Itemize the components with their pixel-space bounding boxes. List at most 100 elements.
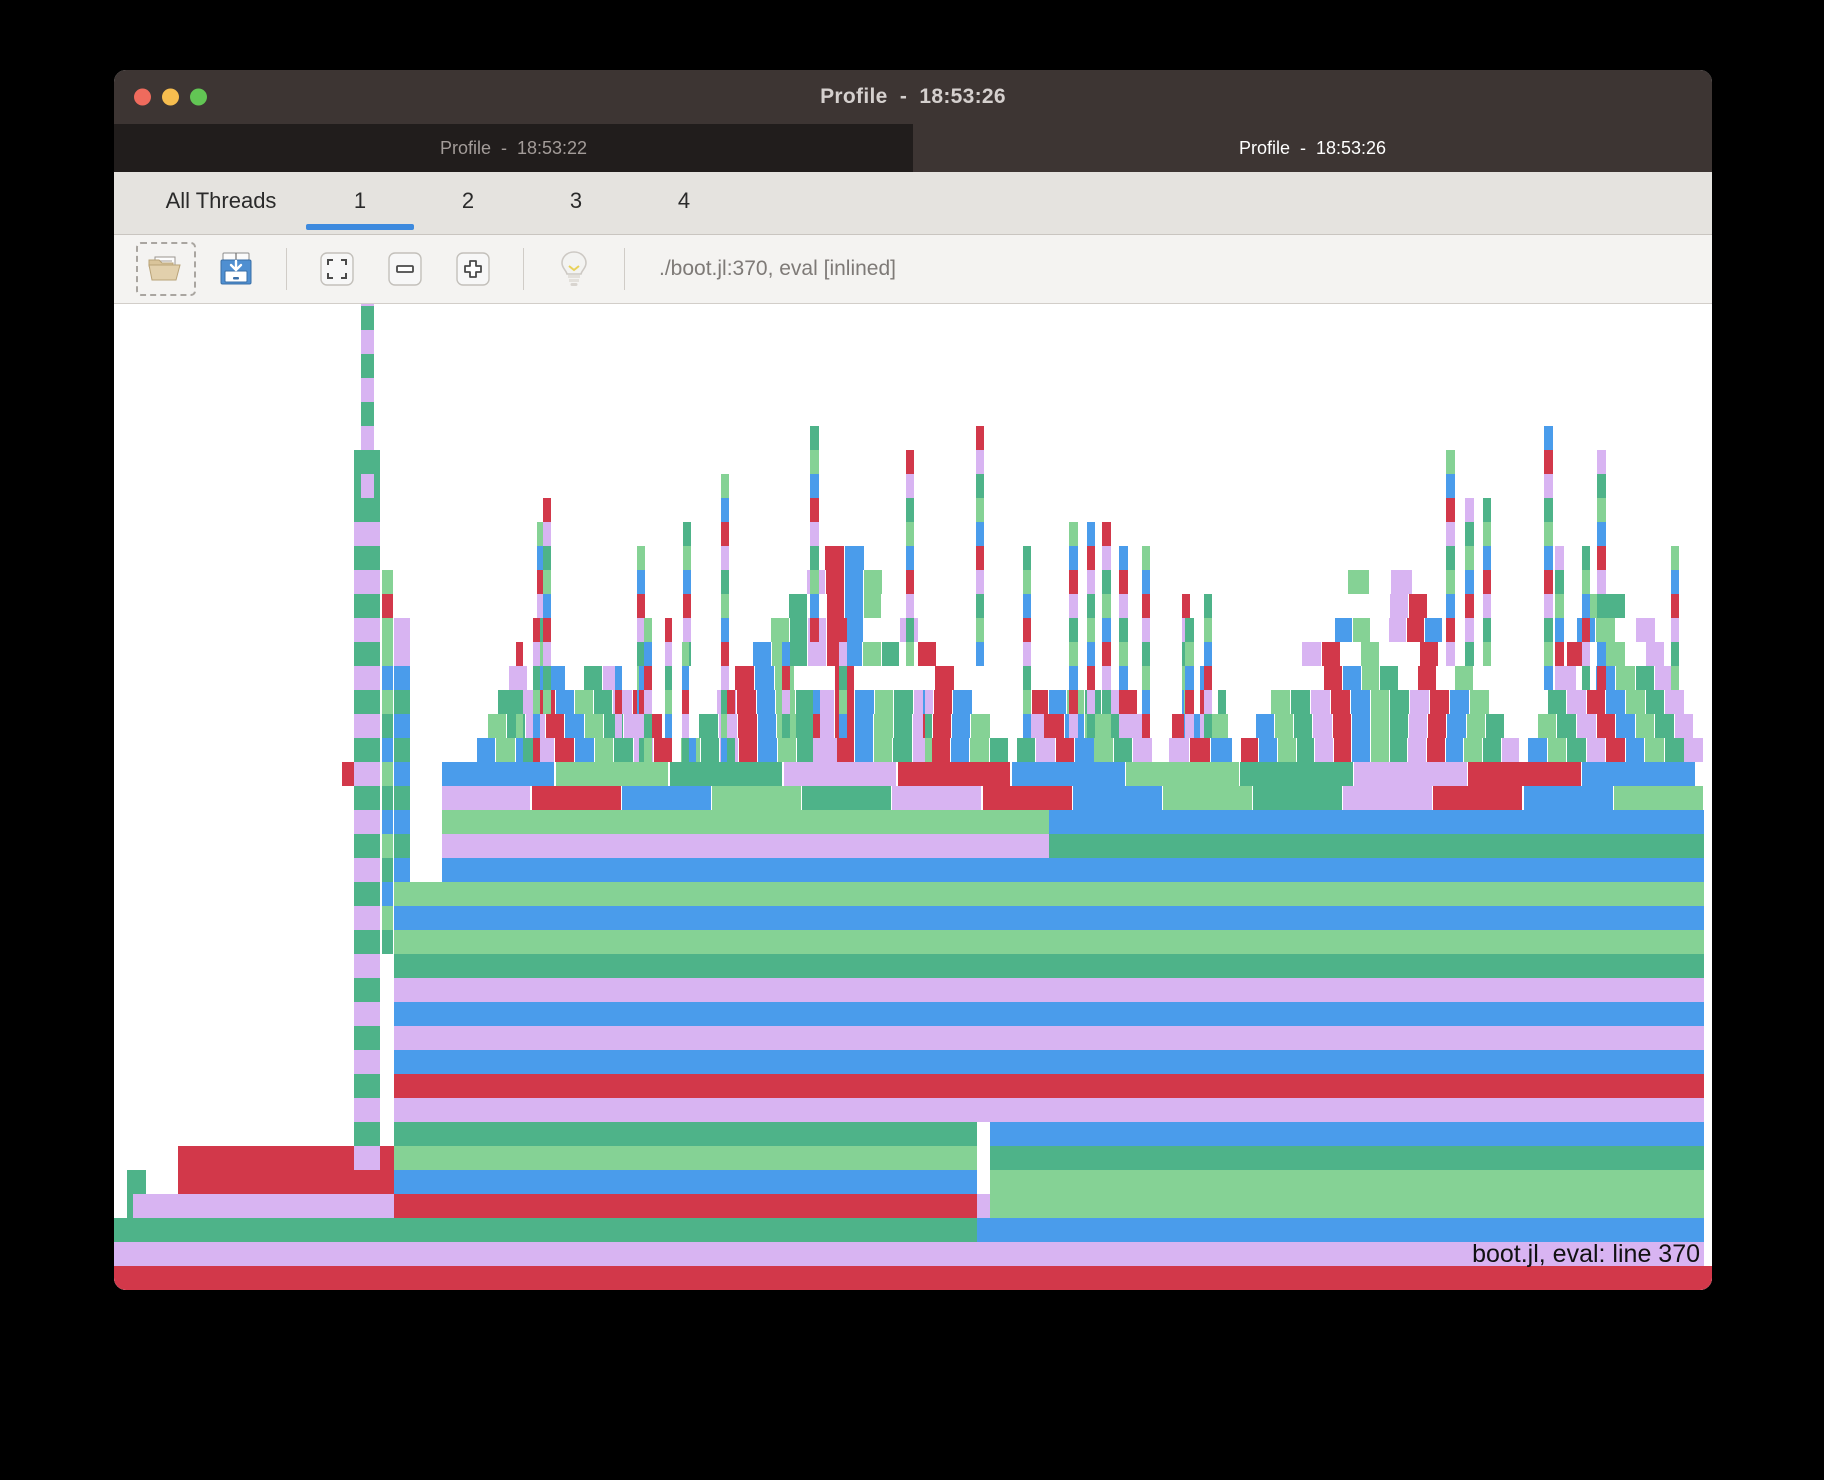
flamegraph-block[interactable] [1023,666,1031,690]
flamegraph-block[interactable] [665,642,672,666]
flamegraph-block[interactable] [1428,714,1446,738]
flamegraph-block[interactable] [394,1002,1704,1026]
flamegraph-block[interactable] [906,450,914,474]
flamegraph-block[interactable] [1102,618,1110,642]
flamegraph-block[interactable] [839,666,846,690]
flamegraph-block[interactable] [1425,618,1442,642]
flamegraph-block[interactable] [1322,642,1341,666]
flamegraph-block[interactable] [1538,714,1557,738]
flamegraph-block[interactable] [354,570,380,594]
flamegraph-block[interactable] [1465,570,1473,594]
flamegraph-block[interactable] [1582,762,1695,786]
flamegraph-block[interactable] [488,714,506,738]
flamegraph-block[interactable] [1023,570,1031,594]
flamegraph-block[interactable] [810,498,818,522]
flamegraph-block[interactable] [721,474,729,498]
flamegraph-block[interactable] [1119,714,1127,738]
flamegraph-block[interactable] [516,666,523,690]
flamegraph-block[interactable] [1597,450,1605,474]
flamegraph-block[interactable] [1023,594,1031,618]
flamegraph-block[interactable] [1597,474,1605,498]
flamegraph-block[interactable] [906,570,914,594]
flamegraph-block[interactable] [556,762,669,786]
flamegraph-block[interactable] [543,522,551,546]
flamegraph-block[interactable] [1102,690,1110,714]
flamegraph-block[interactable] [1606,738,1625,762]
flamegraph-block[interactable] [342,762,355,786]
flamegraph-block[interactable] [1483,594,1491,618]
flamegraph-block[interactable] [1483,738,1501,762]
flamegraph-block[interactable] [782,714,789,738]
flamegraph-block[interactable] [1023,546,1031,570]
flamegraph-block[interactable] [1544,498,1552,522]
flamegraph-block[interactable] [382,714,393,738]
flamegraph-block[interactable] [1354,762,1467,786]
flamegraph-block[interactable] [1163,786,1252,810]
flamegraph-block[interactable] [1577,714,1596,738]
flamegraph-block[interactable] [976,570,984,594]
flamegraph-block[interactable] [394,690,410,714]
hints-button[interactable] [546,244,602,294]
flamegraph-block[interactable] [1597,642,1605,666]
flamegraph-block[interactable] [394,1194,977,1218]
flamegraph-block[interactable] [354,930,380,954]
flamegraph-block[interactable] [1446,474,1454,498]
flamegraph-block[interactable] [533,690,540,714]
flamegraph-block[interactable] [516,642,523,666]
flamegraph-block[interactable] [1333,714,1351,738]
flamegraph-block[interactable] [543,690,551,714]
flamegraph-block[interactable] [354,666,380,690]
flamegraph-block[interactable] [827,594,845,618]
flamegraph-block[interactable] [1597,714,1616,738]
flamegraph-block[interactable] [1012,762,1125,786]
flamegraph-block[interactable] [813,738,820,762]
flamegraph-block[interactable] [595,738,614,762]
flamegraph-block[interactable] [555,738,574,762]
flamegraph-block[interactable] [855,738,873,762]
flamegraph-block[interactable] [382,882,393,906]
flamegraph-block[interactable] [1390,594,1408,618]
tab-thread-4[interactable]: 4 [630,172,738,230]
flamegraph-block[interactable] [133,1194,393,1218]
flamegraph-block[interactable] [782,690,789,714]
flamegraph-block[interactable] [546,714,564,738]
flamegraph-block[interactable] [114,1266,1712,1290]
flamegraph-block[interactable] [1450,690,1469,714]
flamegraph-block[interactable] [976,498,984,522]
flamegraph-block[interactable] [1555,546,1563,570]
flamegraph-block[interactable] [1126,762,1239,786]
flamegraph-block[interactable] [976,450,984,474]
flamegraph-block[interactable] [1023,642,1031,666]
flamegraph-block[interactable] [721,546,729,570]
flamegraph-block[interactable] [516,714,523,738]
flamegraph-block[interactable] [712,786,801,810]
flamegraph-block[interactable] [442,858,1704,882]
flamegraph-block[interactable] [906,522,914,546]
flamegraph-block[interactable] [721,498,729,522]
flamegraph-block[interactable] [354,522,380,546]
flamegraph-block[interactable] [1389,618,1406,642]
flamegraph-block[interactable] [1023,690,1031,714]
flamegraph-block[interactable] [1036,738,1054,762]
flamegraph-block[interactable] [1190,738,1210,762]
flamegraph-block[interactable] [354,714,380,738]
flamegraph-block[interactable] [354,642,380,666]
flamegraph-block[interactable] [1133,738,1151,762]
flamegraph-block[interactable] [394,858,410,882]
flamegraph-block[interactable] [543,642,551,666]
flamegraph-block[interactable] [1311,690,1330,714]
flamegraph-block[interactable] [1069,714,1077,738]
flamegraph-block[interactable] [1430,690,1449,714]
flamegraph-block[interactable] [1646,690,1665,714]
flamegraph-block[interactable] [898,762,1011,786]
flamegraph-block[interactable] [556,690,574,714]
flamegraph-block[interactable] [394,714,410,738]
flamegraph-block[interactable] [1119,618,1127,642]
flamegraph-block[interactable] [1297,738,1315,762]
flamegraph-block[interactable] [970,738,988,762]
flamegraph-block[interactable] [845,618,862,642]
flamegraph-block[interactable] [1185,690,1193,714]
flamegraph-block[interactable] [665,714,672,738]
tab-thread-2[interactable]: 2 [414,172,522,230]
flamegraph-block[interactable] [565,714,583,738]
